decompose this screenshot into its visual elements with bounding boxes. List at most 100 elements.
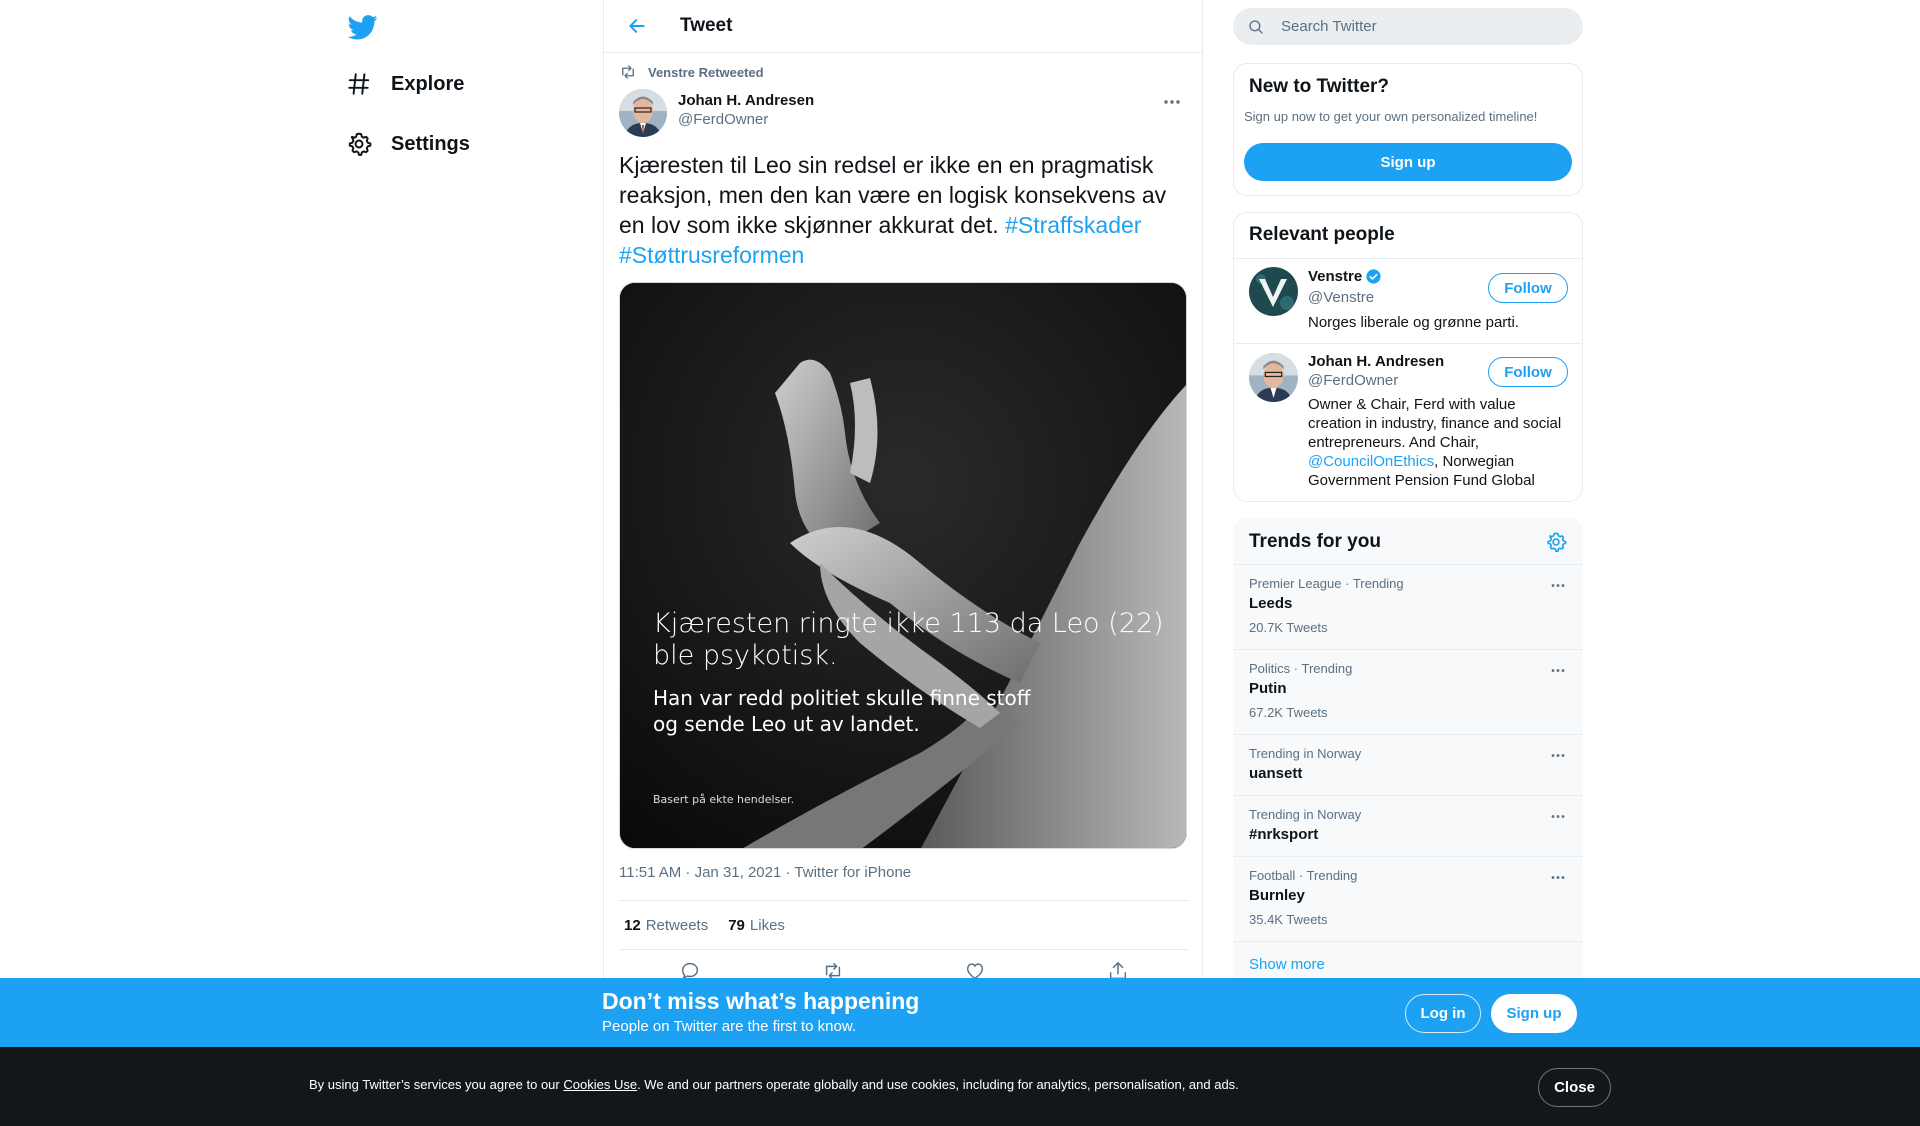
retweets-stat[interactable]: 12 Retweets <box>624 917 708 934</box>
nav-item-label: Explore <box>391 72 465 95</box>
image-caption-headline: Kjæresten ringte ikke 113 da Leo (22) bl… <box>653 608 1164 672</box>
follow-button[interactable]: Follow <box>1488 357 1568 387</box>
nav-item-settings[interactable]: Settings <box>346 124 470 164</box>
tweet-source[interactable]: Twitter for iPhone <box>794 864 911 881</box>
hashtag-icon <box>348 73 370 95</box>
trend-more-button[interactable] <box>1547 808 1569 824</box>
more-dots-icon <box>1551 875 1565 879</box>
banner-subline: People on Twitter are the first to know. <box>602 1018 857 1035</box>
tweet-author[interactable]: Johan H. Andresen @FerdOwner <box>619 89 814 137</box>
search-input[interactable] <box>1281 18 1551 35</box>
nav-item-label: Settings <box>391 132 470 155</box>
trend-context: Trending in Norway <box>1249 746 1362 761</box>
avatar-image <box>619 89 667 137</box>
cookie-text: By using Twitter’s services you agree to… <box>309 1077 1239 1092</box>
trend-more-button[interactable] <box>1547 577 1569 593</box>
cookies-use-link[interactable]: Cookies Use <box>563 1077 637 1092</box>
more-options-button[interactable] <box>1160 92 1184 112</box>
trend-item[interactable]: Premier League · Trending Leeds 20.7K Tw… <box>1234 564 1582 649</box>
more-dots-icon <box>1551 814 1565 818</box>
card-title: New to Twitter? <box>1249 76 1390 97</box>
image-caption-sub: Han var redd politiet skulle finne stoff… <box>653 685 1031 737</box>
avatar[interactable] <box>619 89 667 137</box>
retweeted-by-label: Venstre Retweeted <box>648 64 764 80</box>
page-title: Tweet <box>680 15 733 36</box>
hashtag-link[interactable]: #Straffskader <box>1005 212 1141 238</box>
tweet-timestamp[interactable]: 11:51 AM · Jan 31, 2021 <box>619 864 781 881</box>
trend-name: Burnley <box>1249 887 1305 904</box>
trend-item[interactable]: Football · Trending Burnley 35.4K Tweets <box>1234 856 1582 941</box>
trend-item[interactable]: Trending in Norway uansett <box>1234 734 1582 795</box>
arrow-left-icon <box>629 19 645 33</box>
trend-name: uansett <box>1249 765 1303 782</box>
trends-card: Trends for you Premier League · Trending… <box>1233 518 1583 988</box>
person-name-text: Venstre <box>1308 268 1363 285</box>
retweet-icon <box>622 65 634 79</box>
retweet-context[interactable]: Venstre Retweeted <box>619 63 764 81</box>
likes-stat[interactable]: 79 Likes <box>728 917 785 934</box>
trend-name: Putin <box>1249 680 1287 697</box>
new-to-twitter-card: New to Twitter? Sign up now to get your … <box>1233 63 1583 196</box>
gear-icon[interactable] <box>1545 531 1567 553</box>
cookie-prefix: By using Twitter’s services you agree to… <box>309 1077 564 1092</box>
twitter-bird-icon[interactable] <box>348 12 378 42</box>
show-more-link[interactable]: Show more <box>1249 956 1325 973</box>
avatar[interactable] <box>1249 353 1298 402</box>
trend-context: Football · Trending <box>1249 868 1358 883</box>
photo-hands <box>620 283 1186 848</box>
trend-context: Politics · Trending <box>1249 661 1353 676</box>
follow-button[interactable]: Follow <box>1488 273 1568 303</box>
bio-mention-link[interactable]: @CouncilOnEthics <box>1308 453 1434 470</box>
log-in-button[interactable]: Log in <box>1405 994 1481 1033</box>
trend-context: Trending in Norway <box>1249 807 1362 822</box>
trend-more-button[interactable] <box>1547 747 1569 763</box>
person-name[interactable]: Venstre <box>1308 268 1382 285</box>
likes-label: Likes <box>749 916 785 934</box>
banner-sign-up-button[interactable]: Sign up <box>1491 994 1577 1033</box>
back-button[interactable] <box>619 8 655 44</box>
trend-more-button[interactable] <box>1547 869 1569 885</box>
trend-name: #nrksport <box>1249 826 1319 843</box>
author-handle[interactable]: @FerdOwner <box>678 111 814 128</box>
sign-up-button[interactable]: Sign up <box>1244 143 1572 181</box>
close-button[interactable]: Close <box>1538 1068 1611 1107</box>
tweet-text: Kjæresten til Leo sin redsel er ikke en … <box>619 150 1189 270</box>
person-handle[interactable]: @Venstre <box>1308 289 1374 306</box>
verified-badge-icon <box>1366 269 1381 284</box>
caption-line: Han var redd politiet skulle finne stoff <box>653 686 1031 710</box>
caption-line: Kjæresten ringte ikke 113 da Leo (22) <box>653 608 1164 639</box>
trend-context: Premier League · Trending <box>1249 576 1404 591</box>
signup-banner: Don’t miss what’s happening People on Tw… <box>0 978 1920 1047</box>
image-caption-footer: Basert på ekte hendelser. <box>653 793 795 806</box>
trend-item[interactable]: Politics · Trending Putin 67.2K Tweets <box>1234 649 1582 734</box>
trend-count: 20.7K Tweets <box>1249 620 1328 635</box>
person-handle[interactable]: @FerdOwner <box>1308 372 1398 389</box>
trend-item[interactable]: Trending in Norway #nrksport <box>1234 795 1582 856</box>
more-dots-icon <box>1551 583 1565 587</box>
trend-count: 35.4K Tweets <box>1249 912 1328 927</box>
caption-line: ble psykotisk. <box>653 640 838 671</box>
hashtag-link[interactable]: #Støttrusreformen <box>619 242 804 268</box>
person-ferdowner[interactable]: Johan H. Andresen @FerdOwner Owner & Cha… <box>1234 343 1582 501</box>
tweet-stats: 12 Retweets 79 Likes <box>619 900 1189 950</box>
meta-separator: · <box>785 864 791 881</box>
tweet-column: Tweet Venstre Retweeted Johan H. Andrese… <box>603 0 1203 1126</box>
venstre-logo-icon <box>1249 267 1298 316</box>
trend-count: 67.2K Tweets <box>1249 705 1328 720</box>
search-bar[interactable] <box>1233 8 1583 45</box>
avatar[interactable] <box>1249 267 1298 316</box>
cookie-suffix: . We and our partners operate globally a… <box>637 1077 1239 1092</box>
person-venstre[interactable]: Venstre @Venstre Norges liberale og grøn… <box>1234 258 1582 343</box>
relevant-people-card: Relevant people Venstre @Venstre Norges … <box>1233 212 1583 502</box>
retweets-label: Retweets <box>645 916 709 934</box>
search-icon <box>1249 19 1263 34</box>
person-bio: Owner & Chair, Ferd with value creation … <box>1308 395 1573 490</box>
card-title: Relevant people <box>1249 224 1395 245</box>
author-name[interactable]: Johan H. Andresen <box>678 92 814 109</box>
nav-item-explore[interactable]: Explore <box>346 64 464 104</box>
caption-line: og sende Leo ut av landet. <box>653 712 920 736</box>
person-name[interactable]: Johan H. Andresen <box>1308 353 1444 370</box>
tweet-image[interactable]: Kjæresten ringte ikke 113 da Leo (22) bl… <box>619 282 1187 849</box>
trend-more-button[interactable] <box>1547 662 1569 678</box>
banner-headline: Don’t miss what’s happening <box>602 988 920 1014</box>
